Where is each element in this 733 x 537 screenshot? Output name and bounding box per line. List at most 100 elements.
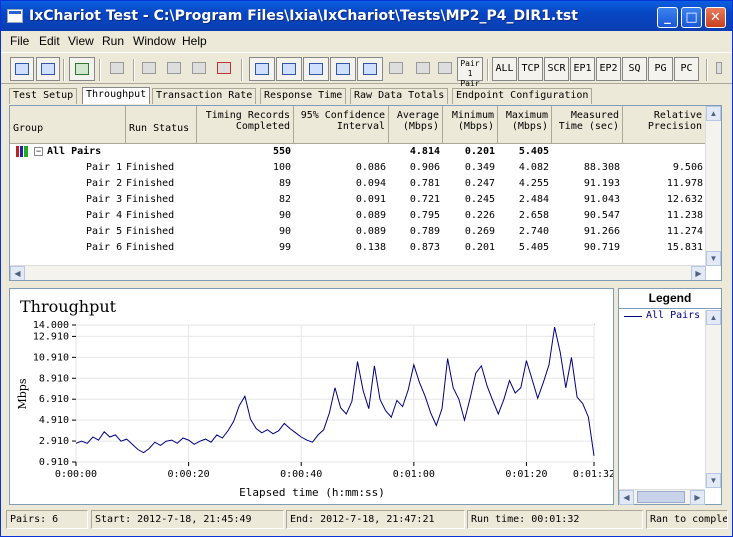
column-header-minimum[interactable]: Minimum (Mbps) bbox=[443, 106, 498, 144]
scroll-right-icon[interactable]: ▶ bbox=[691, 266, 706, 280]
summary-row[interactable]: − All Pairs 550 4.814 0.201 5.405 bbox=[10, 144, 706, 159]
row-average: 0.906 bbox=[409, 162, 440, 173]
network-button[interactable] bbox=[411, 57, 435, 81]
summary-maximum: 5.405 bbox=[518, 146, 549, 157]
row-status: Finished bbox=[126, 178, 175, 189]
save-button[interactable] bbox=[10, 57, 34, 81]
header-line: Timing Records bbox=[205, 110, 290, 121]
collapse-toggle-icon[interactable]: − bbox=[34, 147, 43, 156]
row-records: 99 bbox=[278, 242, 291, 253]
copy-icon bbox=[167, 62, 181, 74]
filter-all-button[interactable]: ALL bbox=[492, 57, 517, 81]
copy-button[interactable] bbox=[163, 57, 185, 81]
tab-raw-data-totals[interactable]: Raw Data Totals bbox=[350, 88, 449, 104]
row-maximum: 2.484 bbox=[518, 194, 549, 205]
run-button[interactable] bbox=[69, 57, 95, 81]
menu-view[interactable]: View bbox=[68, 34, 94, 48]
add-multicast-button[interactable] bbox=[276, 57, 302, 81]
scroll-thumb[interactable] bbox=[637, 491, 685, 503]
tab-throughput[interactable]: Throughput bbox=[82, 87, 151, 104]
table-row[interactable]: Pair 3 Finished 82 0.091 0.721 0.245 2.484 91.0… bbox=[10, 192, 706, 207]
menu-file[interactable]: File bbox=[10, 34, 29, 48]
maximize-button[interactable]: □ bbox=[681, 7, 702, 28]
delete-button[interactable] bbox=[213, 57, 235, 81]
table-row[interactable]: Pair 2 Finished 89 0.094 0.781 0.247 4.255 91.1… bbox=[10, 176, 706, 191]
stop-button[interactable] bbox=[105, 57, 129, 81]
replicate-pair-button[interactable] bbox=[357, 57, 383, 81]
column-header-maximum[interactable]: Maximum (Mbps) bbox=[498, 106, 552, 144]
close-button[interactable]: ✕ bbox=[705, 7, 726, 28]
menu-help[interactable]: Help bbox=[182, 34, 207, 48]
series-line-all-pairs bbox=[75, 326, 595, 456]
cut-button[interactable] bbox=[138, 57, 160, 81]
add-pair-button[interactable] bbox=[249, 57, 275, 81]
legend-vertical-scrollbar[interactable]: ▲ ▼ bbox=[705, 310, 721, 488]
minimize-button[interactable]: _ bbox=[657, 7, 678, 28]
x-tick-label: 0:01:00 bbox=[393, 469, 435, 480]
replicate-icon bbox=[363, 63, 377, 75]
row-precision: 11.978 bbox=[666, 178, 703, 189]
menu-edit[interactable]: Edit bbox=[39, 34, 60, 48]
column-header-run-status[interactable]: Run Status bbox=[126, 106, 197, 144]
chart-title: Throughput bbox=[20, 297, 117, 316]
table-row[interactable]: Pair 5 Finished 90 0.089 0.789 0.269 2.740 91.2… bbox=[10, 224, 706, 239]
column-header-confidence[interactable]: 95% Confidence Interval bbox=[294, 106, 389, 144]
toolbar-overflow-button[interactable] bbox=[711, 57, 727, 81]
filter-pc-button[interactable]: PC bbox=[674, 57, 699, 81]
legend-horizontal-scrollbar[interactable]: ◀ ▶ bbox=[619, 489, 705, 505]
tab-transaction-rate[interactable]: Transaction Rate bbox=[152, 88, 257, 104]
scroll-down-icon[interactable]: ▼ bbox=[706, 251, 721, 266]
edit-pair-button[interactable] bbox=[330, 57, 356, 81]
add-app-group-button[interactable] bbox=[303, 57, 329, 81]
stop-icon bbox=[110, 62, 124, 74]
table-row[interactable]: Pair 6 Finished 99 0.138 0.873 0.201 5.405 90.7… bbox=[10, 240, 706, 255]
row-status: Finished bbox=[126, 194, 175, 205]
column-header-group[interactable]: Group bbox=[10, 106, 126, 144]
menu-window[interactable]: Window bbox=[133, 34, 176, 48]
table-row[interactable]: Pair 4 Finished 90 0.089 0.795 0.226 2.658 90.5… bbox=[10, 208, 706, 223]
scroll-down-icon[interactable]: ▼ bbox=[706, 473, 721, 488]
y-tick-label: 14.000 bbox=[33, 320, 69, 331]
filter-pg-button[interactable]: PG bbox=[648, 57, 673, 81]
row-minimum: 0.226 bbox=[464, 210, 495, 221]
row-pair: Pair 2 bbox=[86, 178, 123, 189]
tab-response-time[interactable]: Response Time bbox=[260, 88, 347, 104]
legend-title: Legend bbox=[648, 291, 692, 305]
scroll-up-icon[interactable]: ▲ bbox=[706, 310, 721, 325]
probe-button[interactable] bbox=[435, 57, 455, 81]
row-status: Finished bbox=[126, 210, 175, 221]
tab-endpoint-configuration[interactable]: Endpoint Configuration bbox=[452, 88, 593, 104]
table-vertical-scrollbar[interactable]: ▲ ▼ bbox=[705, 106, 721, 266]
column-header-measured-time[interactable]: Measured Time (sec) bbox=[552, 106, 623, 144]
filter-tcp-button[interactable]: TCP bbox=[518, 57, 543, 81]
scroll-right-icon[interactable]: ▶ bbox=[690, 490, 705, 505]
y-tick-label: 12.910 bbox=[33, 331, 69, 342]
title-bar[interactable]: IxChariot Test - C:\Program Files\Ixia\I… bbox=[1, 1, 732, 31]
timeline-button[interactable] bbox=[384, 57, 408, 81]
filter-scr-button[interactable]: SCR bbox=[544, 57, 569, 81]
y-tick-label: 8.910 bbox=[39, 373, 69, 384]
y-tick-label: 6.910 bbox=[39, 394, 69, 405]
row-measured-time: 91.043 bbox=[583, 194, 620, 205]
table-row[interactable]: Pair 1 Finished 100 0.086 0.906 0.349 4.082 88.… bbox=[10, 160, 706, 175]
filter-ep2-button[interactable]: EP2 bbox=[596, 57, 621, 81]
scroll-up-icon[interactable]: ▲ bbox=[706, 106, 721, 121]
column-header-relative-precision[interactable]: Relative Precision bbox=[623, 106, 706, 144]
pair-view-button[interactable]: Pair 1Pair 2 bbox=[457, 57, 483, 98]
print-button[interactable] bbox=[36, 57, 60, 81]
column-header-timing-records[interactable]: Timing Records Completed bbox=[197, 106, 294, 144]
row-ci: 0.094 bbox=[355, 178, 386, 189]
filter-ep1-button[interactable]: EP1 bbox=[570, 57, 595, 81]
print-icon bbox=[41, 63, 55, 75]
row-measured-time: 91.193 bbox=[583, 178, 620, 189]
scroll-left-icon[interactable]: ◀ bbox=[10, 266, 25, 280]
scroll-left-icon[interactable]: ◀ bbox=[619, 490, 634, 505]
column-header-average[interactable]: Average (Mbps) bbox=[389, 106, 443, 144]
header-line: Maximum bbox=[505, 110, 548, 121]
menu-run[interactable]: Run bbox=[102, 34, 124, 48]
tab-test-setup[interactable]: Test Setup bbox=[9, 88, 78, 104]
table-horizontal-scrollbar[interactable]: ◀ ▶ bbox=[10, 265, 706, 280]
paste-button[interactable] bbox=[188, 57, 210, 81]
y-tick-label: 0.910 bbox=[39, 457, 69, 468]
filter-sq-button[interactable]: SQ bbox=[622, 57, 647, 81]
